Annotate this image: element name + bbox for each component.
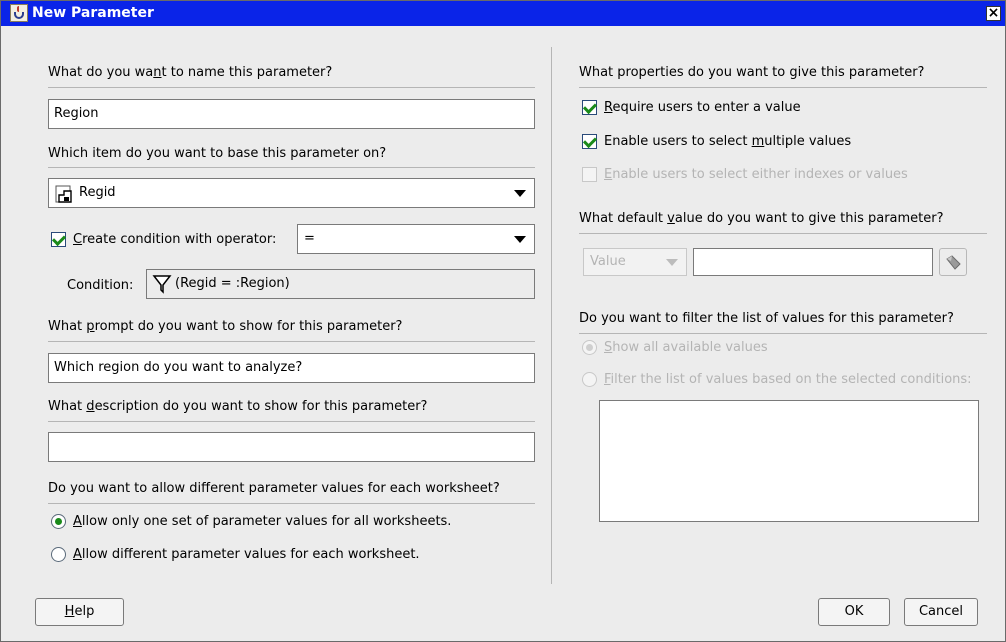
default-value-question: What default value do you want to give t… [579, 211, 944, 226]
description-question: What description do you want to show for… [48, 399, 428, 414]
separator [48, 341, 535, 342]
help-button[interactable]: Help [35, 598, 124, 626]
multiple-values-label: Enable users to select multiple values [604, 134, 852, 149]
dropdown-arrow-icon [514, 236, 526, 243]
operator-value: = [304, 231, 315, 246]
name-question: What do you want to name this parameter? [48, 65, 333, 80]
radio-different-values[interactable] [51, 547, 66, 562]
panel-divider [551, 47, 552, 584]
require-value-label: Require users to enter a value [604, 100, 801, 115]
lookup-button[interactable] [939, 248, 967, 276]
indexes-values-label: Enable users to select either indexes or… [604, 167, 908, 182]
prompt-question: What prompt do you want to show for this… [48, 319, 403, 334]
default-value-input[interactable] [693, 248, 933, 276]
indexes-values-checkbox[interactable] [582, 167, 597, 182]
java-app-icon [10, 4, 28, 22]
separator [48, 421, 535, 422]
separator [579, 333, 987, 334]
properties-question: What properties do you want to give this… [579, 65, 925, 80]
operator-select[interactable]: = [297, 224, 535, 254]
radio-filter-list-label: Filter the list of values based on the s… [604, 372, 972, 387]
title-bar[interactable]: New Parameter × [1, 1, 1005, 26]
close-icon[interactable]: × [986, 6, 1001, 21]
ok-button[interactable]: OK [818, 598, 890, 626]
window-title: New Parameter [32, 5, 154, 21]
radio-show-all[interactable] [582, 340, 597, 355]
base-item-question: Which item do you want to base this para… [48, 146, 387, 161]
filter-question: Do you want to filter the list of values… [579, 311, 954, 326]
worksheet-question: Do you want to allow different parameter… [48, 481, 500, 496]
condition-value: (Regid = :Region) [175, 276, 290, 291]
condition-label: Condition: [67, 278, 134, 293]
base-item-value: Regid [79, 185, 116, 200]
create-condition-checkbox[interactable] [51, 232, 66, 247]
conditions-list[interactable] [599, 400, 979, 522]
separator [579, 87, 987, 88]
multiple-values-checkbox[interactable] [582, 134, 597, 149]
create-condition-label: Create condition with operator: [73, 232, 277, 247]
radio-one-set[interactable] [51, 514, 66, 529]
new-parameter-dialog: New Parameter × What do you want to name… [0, 0, 1006, 642]
separator [48, 167, 535, 168]
separator [48, 87, 535, 88]
radio-filter-list[interactable] [582, 372, 597, 387]
flashlight-icon [946, 255, 961, 270]
condition-field[interactable]: (Regid = :Region) [146, 269, 535, 299]
require-value-checkbox[interactable] [582, 100, 597, 115]
default-type-value: Value [590, 254, 626, 269]
item-icon [55, 185, 72, 203]
base-item-select[interactable]: Regid [48, 178, 535, 208]
radio-one-set-label: Allow only one set of parameter values f… [73, 514, 452, 529]
radio-different-values-label: Allow different parameter values for eac… [73, 547, 420, 562]
default-type-select[interactable]: Value [583, 248, 687, 276]
separator [579, 233, 987, 234]
name-input[interactable]: Region [48, 99, 535, 129]
filter-icon [152, 275, 172, 294]
radio-show-all-label: Show all available values [604, 340, 768, 355]
dropdown-arrow-icon [514, 190, 526, 197]
dropdown-arrow-icon [666, 259, 678, 266]
prompt-input[interactable]: Which region do you want to analyze? [48, 353, 535, 383]
cancel-button[interactable]: Cancel [904, 598, 978, 626]
description-input[interactable] [48, 432, 535, 462]
separator [48, 503, 535, 504]
